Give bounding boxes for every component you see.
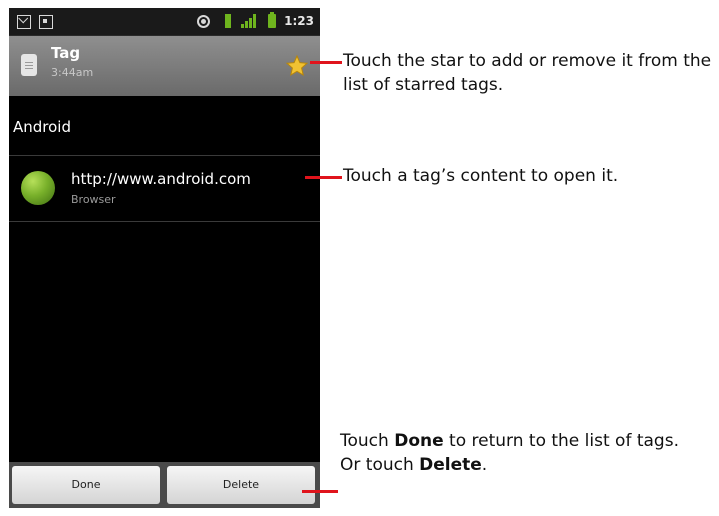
item-subtitle: Browser xyxy=(71,193,116,206)
tag-timestamp: 3:44am xyxy=(51,66,94,79)
item-url: http://www.android.com xyxy=(71,170,251,188)
done-button[interactable]: Done xyxy=(12,466,160,504)
signal-icon xyxy=(241,14,257,28)
calendar-icon xyxy=(39,15,53,29)
delete-button[interactable]: Delete xyxy=(167,466,315,504)
tag-title: Tag xyxy=(51,44,81,62)
done-delete-callout-text: Touch Done to return to the list of tags… xyxy=(340,429,719,477)
globe-icon xyxy=(21,171,55,205)
phone-screen: 1:23 Tag 3:44am Android http://www.andro… xyxy=(9,8,320,508)
star-callout-line xyxy=(310,61,342,64)
tag-section-label: Android xyxy=(13,118,71,136)
location-icon xyxy=(197,15,210,28)
callout-delete-bold: Delete xyxy=(419,455,482,475)
bottom-button-bar: Done Delete xyxy=(9,462,320,508)
content-callout-text: Touch a tag’s content to open it. xyxy=(343,166,619,186)
callout-done-suffix: to return to the list of tags. xyxy=(443,431,679,451)
star-icon xyxy=(285,54,309,77)
tag-content-item[interactable]: http://www.android.com Browser xyxy=(9,156,320,221)
star-button[interactable] xyxy=(285,54,309,78)
callout-done-bold: Done xyxy=(394,431,444,451)
battery-icon xyxy=(268,12,276,28)
callout-done-prefix: Touch xyxy=(340,431,395,451)
status-bar: 1:23 xyxy=(9,8,320,36)
star-callout-text: Touch the star to add or remove it from … xyxy=(343,51,712,95)
tag-header: Tag 3:44am xyxy=(9,36,320,96)
delete-callout-line xyxy=(302,490,338,493)
callout-or-prefix: Or touch xyxy=(340,455,420,475)
callout-or-suffix: . xyxy=(481,455,488,475)
tag-icon xyxy=(21,54,37,76)
content-callout-line xyxy=(305,176,342,179)
status-time: 1:23 xyxy=(284,14,314,28)
usb-icon xyxy=(225,14,231,28)
divider xyxy=(9,221,320,222)
mail-icon xyxy=(17,15,31,29)
